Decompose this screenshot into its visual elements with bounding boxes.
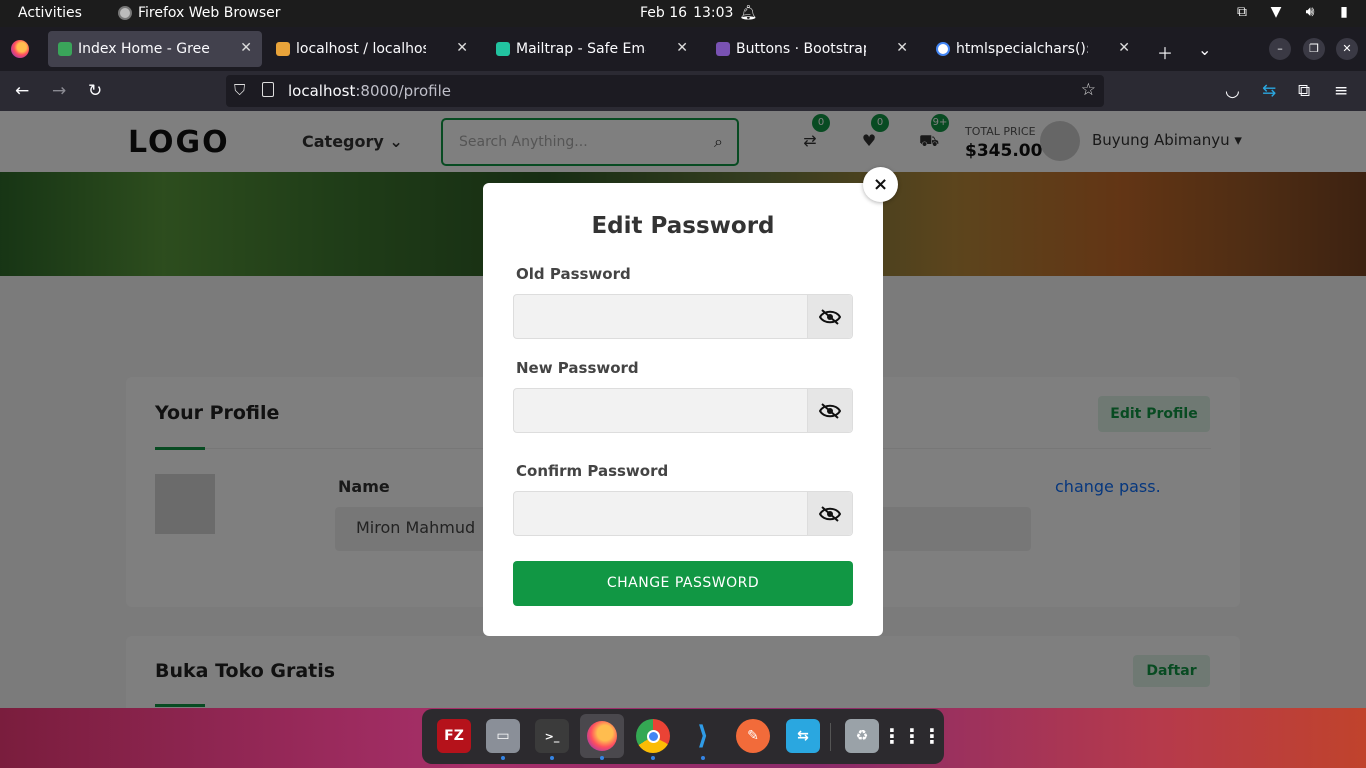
firefox-view-icon[interactable] [11,40,29,58]
google-favicon-icon [936,42,950,56]
tracking-shield-icon[interactable]: ⛉ [234,81,245,99]
close-tab-icon[interactable]: ✕ [676,40,688,56]
forward-icon[interactable]: → [52,81,66,101]
eye-slash-icon [819,402,841,419]
activities-button[interactable]: Activities [18,5,82,21]
toggle-visibility-button[interactable] [807,295,852,338]
confirm-password-group [513,491,853,536]
back-icon[interactable]: ← [15,81,29,101]
web-page: LOGO Category ⌄ Search Anything... ⌕ ⇄ 0… [0,111,1366,708]
close-tab-icon[interactable]: ✕ [456,40,468,56]
old-password-group [513,294,853,339]
running-indicator [501,756,505,760]
running-indicator [701,756,705,760]
toggle-visibility-button[interactable] [807,492,852,535]
system-top-bar: Activities Firefox Web Browser Feb 16 13… [0,0,1366,27]
old-password-input[interactable] [514,295,808,338]
confirm-password-label: Confirm Password [516,462,669,480]
new-tab-icon[interactable]: ＋ [1157,40,1173,64]
eye-slash-icon [819,505,841,522]
battery-icon[interactable]: ▮ [1336,4,1352,20]
chrome-center [646,729,660,743]
firefox-logo [587,721,617,751]
navigation-toolbar: ← → ↻ ⛉ localhost:8000/profile ☆ ◡ ⇆ ⧉ ≡ [0,71,1366,111]
postman-icon[interactable]: ✎ [736,719,770,753]
firefox-icon[interactable] [580,714,624,758]
bootstrap-favicon-icon [716,42,730,56]
clock[interactable]: Feb 16 13:03 🔔︎ [640,5,757,21]
extension-share-icon[interactable]: ⇆ [1262,81,1276,101]
list-tabs-icon[interactable]: ⌄ [1198,40,1211,59]
clock-date: Feb 16 [640,5,688,21]
toggle-visibility-button[interactable] [807,389,852,432]
app-menu[interactable]: Firefox Web Browser [118,5,281,21]
minimize-icon[interactable]: – [1269,38,1291,60]
volume-icon[interactable]: 🔊︎ [1302,4,1318,20]
tab-index-home[interactable]: Index Home - Greeny ✕ [48,31,262,67]
mailtrap-favicon-icon [496,42,510,56]
greeny-favicon-icon [58,42,72,56]
firefox-small-icon [118,6,132,20]
url-host: localhost [288,82,356,100]
close-tab-icon[interactable]: ✕ [240,40,252,56]
trash-icon[interactable]: ♻ [845,719,879,753]
tab-htmlspecialchars[interactable]: htmlspecialchars(): Argu ✕ [926,31,1140,67]
running-indicator [600,756,604,760]
tab-title: Mailtrap - Safe Email Tes [516,41,646,57]
tab-title: htmlspecialchars(): Argu [956,41,1088,57]
tab-phpmyadmin[interactable]: localhost / localhost / da ✕ [266,31,478,67]
tab-title: Buttons · Bootstrap v5.3 [736,41,866,57]
close-window-icon[interactable]: ✕ [1336,38,1358,60]
modal-close-button[interactable]: × [863,167,898,202]
files-icon[interactable]: ▭ [486,719,520,753]
vscode-icon[interactable]: ⟩ [686,719,720,753]
menu-icon[interactable]: ≡ [1334,81,1348,101]
url-path: :8000/profile [355,82,452,100]
extensions-icon[interactable]: ⧉ [1298,81,1310,101]
share-app-icon[interactable]: ⇆ [786,719,820,753]
edit-password-modal: × Edit Password Old Password New Passwor… [483,167,898,636]
phpmyadmin-favicon-icon [276,42,290,56]
filezilla-icon[interactable]: FZ [437,719,471,753]
bookmark-star-icon[interactable]: ☆ [1081,80,1096,100]
change-password-button[interactable]: CHANGE PASSWORD [513,561,853,606]
page-info-icon[interactable] [262,82,274,97]
new-password-label: New Password [516,359,639,377]
clock-time: 13:03 [693,5,734,21]
modal-title: Edit Password [591,213,775,239]
old-password-label: Old Password [516,265,631,283]
running-indicator [651,756,655,760]
tab-title: localhost / localhost / da [296,41,426,57]
close-tab-icon[interactable]: ✕ [896,40,908,56]
tab-title: Index Home - Greeny [78,41,210,57]
dock-separator [830,723,831,751]
new-password-group [513,388,853,433]
reload-icon[interactable]: ↻ [88,81,102,101]
restore-icon[interactable]: ❐ [1303,38,1325,60]
tab-bootstrap-buttons[interactable]: Buttons · Bootstrap v5.3 ✕ [706,31,918,67]
close-tab-icon[interactable]: ✕ [1118,40,1130,56]
confirm-password-input[interactable] [514,492,808,535]
tab-strip: Index Home - Greeny ✕ localhost / localh… [0,27,1366,71]
eye-slash-icon [819,308,841,325]
new-password-input[interactable] [514,389,808,432]
tab-mailtrap[interactable]: Mailtrap - Safe Email Tes ✕ [486,31,698,67]
url-text[interactable]: localhost:8000/profile [288,82,451,100]
screen-share-icon[interactable]: ⧉ [1234,4,1250,20]
wifi-icon[interactable]: ▼ [1268,4,1284,20]
show-apps-icon[interactable]: ⋮⋮⋮ [882,719,942,753]
dock: FZ ▭ >_ ⟩ ✎ ⇆ ♻ ⋮⋮⋮ [422,709,944,764]
pocket-icon[interactable]: ◡ [1225,81,1240,101]
terminal-icon[interactable]: >_ [535,719,569,753]
running-indicator [550,756,554,760]
url-bar[interactable]: ⛉ localhost:8000/profile ☆ [226,75,1104,107]
system-tray[interactable]: ⧉ ▼ 🔊︎ ▮ [1234,4,1352,20]
app-name: Firefox Web Browser [138,5,281,21]
bell-icon: 🔔︎ [739,5,758,21]
chrome-icon[interactable] [636,719,670,753]
